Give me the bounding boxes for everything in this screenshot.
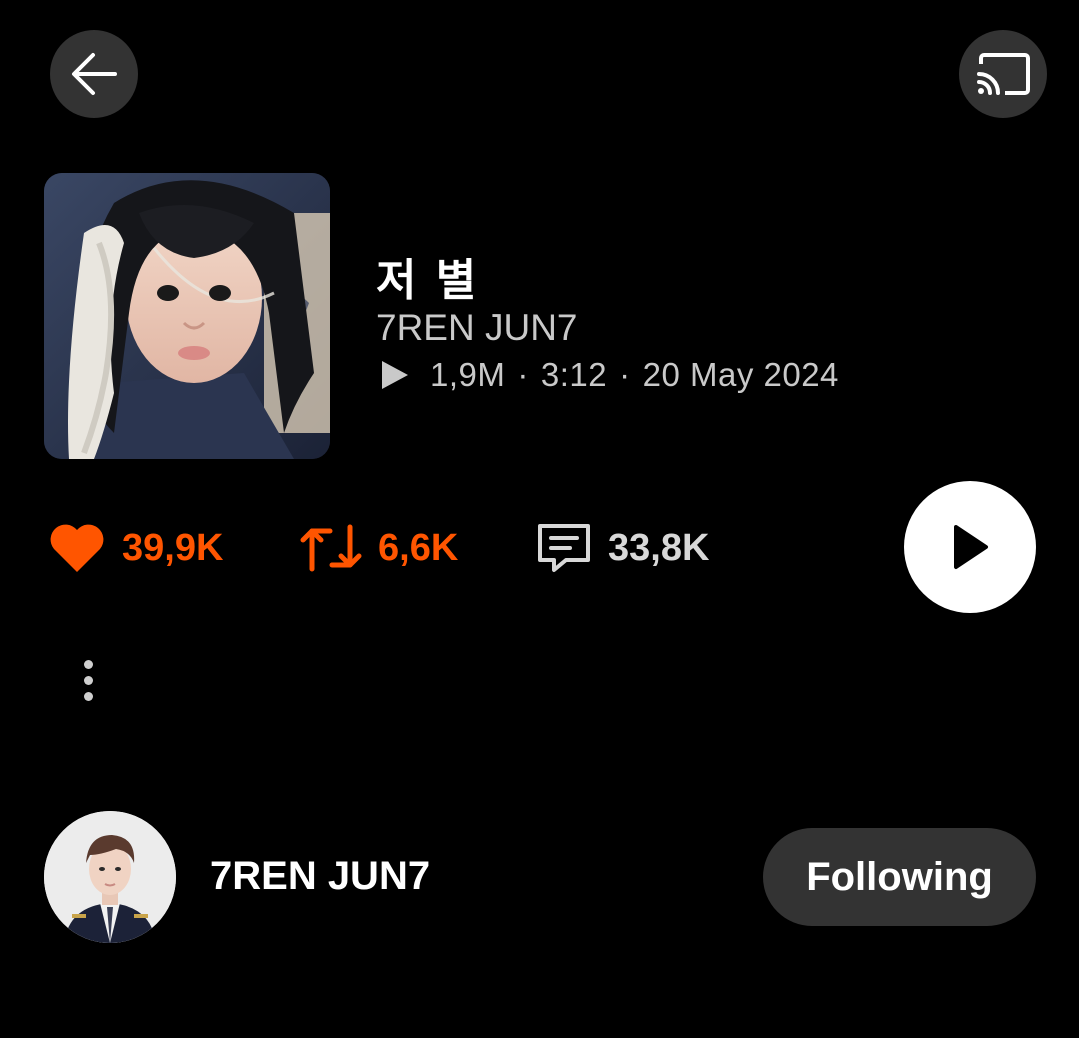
meta-separator: ·	[517, 356, 529, 393]
avatar-portrait-image	[44, 811, 176, 943]
more-dot-icon	[83, 659, 93, 669]
following-button[interactable]: Following	[763, 828, 1036, 926]
like-button[interactable]: 39,9K	[48, 520, 223, 576]
arrow-left-icon	[72, 53, 117, 95]
user-name[interactable]: 7REN JUN7	[210, 854, 430, 899]
track-artist[interactable]: 7REN JUN7	[376, 307, 578, 349]
play-icon	[954, 525, 988, 569]
repost-count: 6,6K	[378, 526, 459, 569]
comments-button[interactable]: 33,8K	[536, 520, 709, 576]
cast-button[interactable]	[959, 30, 1047, 118]
play-count-icon	[382, 361, 408, 389]
comment-icon	[536, 522, 592, 574]
like-count: 39,9K	[122, 526, 224, 569]
play-count: 1,9M	[430, 356, 506, 393]
meta-separator: ·	[619, 356, 631, 393]
release-date: 20 May 2024	[642, 356, 839, 393]
track-duration: 3:12	[540, 356, 608, 393]
track-artwork[interactable]	[44, 173, 330, 459]
repost-icon	[300, 523, 362, 573]
artwork-portrait-image	[44, 173, 330, 459]
more-dot-icon	[83, 691, 93, 701]
user-avatar[interactable]	[44, 811, 176, 943]
play-button[interactable]	[904, 481, 1036, 613]
comment-count: 33,8K	[608, 526, 710, 569]
repost-button[interactable]: 6,6K	[300, 520, 458, 576]
cast-icon	[977, 53, 1030, 95]
track-title: 저 별	[376, 255, 479, 306]
track-meta: 1,9M · 3:12 · 20 May 2024	[382, 355, 839, 395]
more-dot-icon	[83, 675, 93, 685]
heart-icon	[48, 522, 106, 574]
back-button[interactable]	[50, 30, 138, 118]
more-options-button[interactable]	[68, 652, 108, 708]
